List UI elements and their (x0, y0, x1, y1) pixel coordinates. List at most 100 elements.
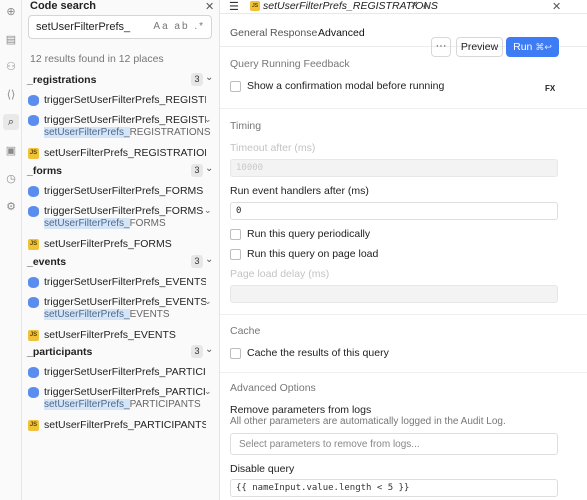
database-query-icon (28, 367, 39, 378)
chevron-down-icon[interactable]: ⌄ (204, 386, 212, 397)
divider (220, 372, 587, 373)
result-item[interactable]: JS setUserFilterPrefs_FORMS (28, 238, 214, 252)
js-file-icon: JS (250, 1, 260, 11)
match-rest: PARTICIPANTS (129, 399, 201, 410)
match-highlight: setUserFilterPrefs_ (44, 399, 130, 410)
search-options-icons[interactable]: Aa ab .* (153, 21, 205, 32)
section-feedback: Query Running Feedback (230, 58, 350, 70)
result-item-label: triggerSetUserFilterPrefs_PARTICIPANTS (44, 366, 206, 378)
result-group[interactable]: _forms 3 ⌄ (26, 163, 216, 179)
database-query-icon (28, 206, 39, 217)
result-item[interactable]: triggerSetUserFilterPrefs_FORMS (28, 185, 214, 199)
chevron-down-icon[interactable]: ⌄ (204, 296, 212, 307)
page-load-label: Run this query on page load (247, 248, 379, 260)
group-count-badge: 3 (191, 345, 203, 358)
section-advanced: Advanced Options (230, 382, 316, 394)
group-name: _events (27, 256, 67, 268)
database-query-icon (28, 186, 39, 197)
close-tab-icon[interactable]: ✕ (410, 0, 418, 11)
chevron-down-icon[interactable]: ⌄ (205, 72, 213, 83)
confirm-modal-label: Show a confirmation modal before running (247, 80, 445, 92)
tab-general[interactable]: General (230, 27, 267, 39)
history-icon[interactable]: ◷ (3, 170, 19, 186)
divider (220, 108, 587, 109)
match-rest: FORMS (129, 218, 166, 229)
tab-response[interactable]: Response (270, 27, 317, 39)
section-timing: Timing (230, 120, 262, 132)
result-item-label: setUserFilterPrefs_REGISTRATIONS (44, 147, 206, 159)
event-handlers-label: Run event handlers after (ms) (230, 185, 369, 197)
match-rest: REGISTRATIONS (129, 127, 211, 138)
code-search-panel: Code search ✕ setUserFilterPrefs_ Aa ab … (22, 0, 220, 500)
chevron-down-icon[interactable]: ⌄ (204, 205, 212, 216)
run-button[interactable]: Run ⌘↩ (506, 37, 559, 57)
result-item[interactable]: JS setUserFilterPrefs_PARTICIPANTS (28, 419, 214, 433)
search-value: setUserFilterPrefs_ (36, 21, 131, 33)
new-tab-icon[interactable]: + (422, 0, 429, 13)
result-item[interactable]: triggerSetUserFilterPrefs_EVENTS (28, 276, 214, 290)
result-item[interactable]: triggerSetUserFilterPrefs_PARTICIPANTS (28, 366, 214, 380)
chevron-down-icon[interactable]: ⌄ (205, 254, 213, 265)
tab-advanced[interactable]: Advanced (318, 27, 365, 39)
state-icon[interactable]: ▣ (3, 142, 19, 158)
settings-gear-icon[interactable]: ⚙ (3, 198, 19, 214)
match-snippet[interactable]: setUserFilterPrefs_PARTICIPANTS (44, 399, 201, 410)
query-editor: ☰ JS setUserFilterPrefs_REGISTRATIONS ✕ … (220, 0, 587, 500)
timeout-value: 10000 (236, 163, 264, 173)
close-editor-icon[interactable]: ✕ (552, 0, 561, 13)
result-item-label: triggerSetUserFilterPrefs_REGISTRATIONS (44, 94, 206, 106)
cache-label: Cache the results of this query (247, 347, 389, 359)
periodic-checkbox[interactable] (230, 229, 241, 240)
close-panel-icon[interactable]: ✕ (205, 0, 214, 13)
run-label: Run (513, 41, 533, 53)
remove-params-label: Remove parameters from logs (230, 404, 372, 416)
code-icon[interactable]: ⟨⟩ (3, 86, 19, 102)
result-item[interactable]: triggerSetUserFilterPrefs_REGISTRATIONS⌄ (28, 114, 214, 128)
js-file-icon: JS (28, 420, 39, 431)
cache-checkbox[interactable] (230, 348, 241, 359)
match-highlight: setUserFilterPrefs_ (44, 218, 130, 229)
section-cache: Cache (230, 325, 261, 337)
preview-button[interactable]: Preview (456, 37, 503, 57)
result-item[interactable]: JS setUserFilterPrefs_REGISTRATIONS (28, 147, 214, 161)
app-window: ⊕ ▤ ⚇ ⟨⟩ ⌕ ▣ ◷ ⚙ Code search ✕ setUserFi… (0, 0, 587, 500)
match-snippet[interactable]: setUserFilterPrefs_EVENTS (44, 309, 170, 320)
event-handlers-input[interactable]: 0 (230, 202, 558, 220)
remove-params-placeholder: Select parameters to remove from logs... (239, 439, 420, 450)
js-file-icon: JS (28, 239, 39, 250)
page-load-checkbox[interactable] (230, 249, 241, 260)
search-input[interactable]: setUserFilterPrefs_ Aa ab .* (28, 15, 212, 39)
search-icon[interactable]: ⌕ (3, 114, 19, 130)
chevron-down-icon[interactable]: ⌄ (204, 114, 212, 125)
remove-params-select[interactable]: Select parameters to remove from logs... (230, 433, 558, 455)
result-group[interactable]: _registrations 3 ⌄ (26, 72, 216, 88)
group-count-badge: 3 (191, 255, 203, 268)
result-item[interactable]: triggerSetUserFilterPrefs_PARTICIPANTS⌄ (28, 386, 214, 400)
hamburger-menu-icon[interactable]: ☰ (229, 0, 239, 13)
timeout-input: 10000 (230, 159, 558, 177)
chevron-down-icon[interactable]: ⌄ (205, 163, 213, 174)
match-snippet[interactable]: setUserFilterPrefs_FORMS (44, 218, 166, 229)
match-snippet[interactable]: setUserFilterPrefs_REGISTRATIONS (44, 127, 211, 138)
more-options-button[interactable]: ··· (431, 37, 451, 57)
components-icon[interactable]: ⚇ (3, 58, 19, 74)
database-query-icon (28, 115, 39, 126)
result-item[interactable]: triggerSetUserFilterPrefs_FORMS →. ⌄ (28, 205, 214, 219)
fx-toggle[interactable]: FX (545, 84, 555, 93)
disable-query-input[interactable]: {{ nameInput.value.length < 5 }} (230, 479, 558, 497)
result-group[interactable]: _participants 3 ⌄ (26, 344, 216, 360)
add-icon[interactable]: ⊕ (3, 3, 19, 19)
result-item[interactable]: triggerSetUserFilterPrefs_EVENTS →. ⌄ (28, 296, 214, 310)
pages-icon[interactable]: ▤ (3, 31, 19, 47)
run-shortcut: ⌘↩ (535, 42, 552, 52)
confirm-modal-checkbox[interactable] (230, 81, 241, 92)
chevron-down-icon[interactable]: ⌄ (205, 344, 213, 355)
match-highlight: setUserFilterPrefs_ (44, 127, 130, 138)
database-query-icon (28, 95, 39, 106)
database-query-icon (28, 297, 39, 308)
result-item[interactable]: JS setUserFilterPrefs_EVENTS (28, 329, 214, 343)
result-group[interactable]: _events 3 ⌄ (26, 254, 216, 270)
result-item[interactable]: triggerSetUserFilterPrefs_REGISTRATIONS (28, 94, 214, 108)
timeout-label: Timeout after (ms) (230, 142, 316, 154)
result-item-label: triggerSetUserFilterPrefs_FORMS (44, 185, 204, 197)
